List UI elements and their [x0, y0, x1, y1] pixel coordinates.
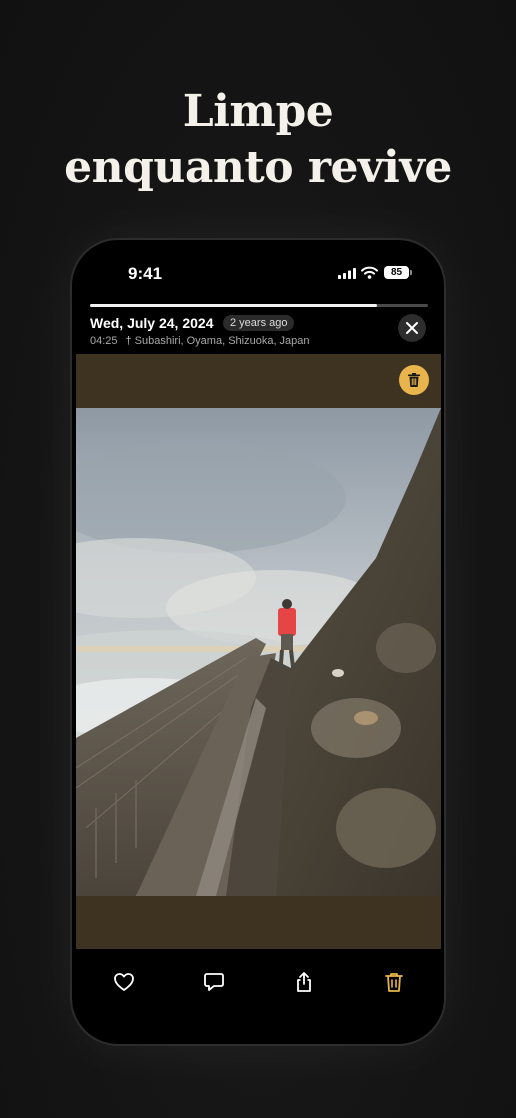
location-pin-icon: †: [125, 335, 132, 347]
headline-line-1: Limpe: [182, 86, 334, 137]
quick-delete-button[interactable]: [399, 365, 429, 395]
app-store-screenshot: Limpe enquanto revive 9:41 85 Wed, July …: [0, 0, 516, 1118]
share-icon: [297, 972, 311, 992]
photo-viewer[interactable]: [76, 354, 441, 949]
comment-button[interactable]: [200, 968, 228, 996]
photo-location: Subashiri, Oyama, Shizuoka, Japan: [134, 335, 310, 347]
trash-icon: [408, 373, 420, 387]
photo-illustration: [76, 408, 441, 896]
photo-age-badge: 2 years ago: [223, 315, 295, 331]
share-button[interactable]: [290, 968, 318, 996]
battery-cap: [410, 270, 412, 275]
phone-frame: 9:41 85 Wed, July 24, 2024 2 years ago 0…: [72, 240, 444, 1044]
photo-metadata: 04:25 † Subashiri, Oyama, Shizuoka, Japan: [90, 333, 310, 349]
trash-icon: [385, 973, 403, 992]
mountain-trail-photo: [76, 408, 441, 896]
close-button[interactable]: [398, 314, 426, 342]
status-time: 9:41: [128, 264, 163, 283]
cellular-signal-icon: [338, 268, 356, 279]
photo-date: Wed, July 24, 2024: [90, 315, 214, 331]
action-toolbar: [72, 956, 444, 1006]
close-icon: [406, 322, 418, 334]
favorite-button[interactable]: [110, 968, 138, 996]
marketing-headline: Limpe enquanto revive: [0, 84, 516, 196]
status-bar: 9:41 85: [72, 240, 444, 300]
story-progress-fill: [90, 304, 378, 307]
story-progress-bar: [90, 304, 428, 307]
delete-button[interactable]: [380, 968, 408, 996]
photo-time: 04:25: [90, 335, 118, 347]
battery-level: 85: [390, 267, 403, 278]
heart-icon: [114, 973, 134, 991]
wifi-icon: [361, 266, 378, 279]
red-backpack: [278, 608, 296, 636]
speech-bubble-icon: [204, 973, 224, 991]
headline-line-2: enquanto revive: [64, 142, 452, 193]
battery-icon: 85: [384, 266, 409, 279]
